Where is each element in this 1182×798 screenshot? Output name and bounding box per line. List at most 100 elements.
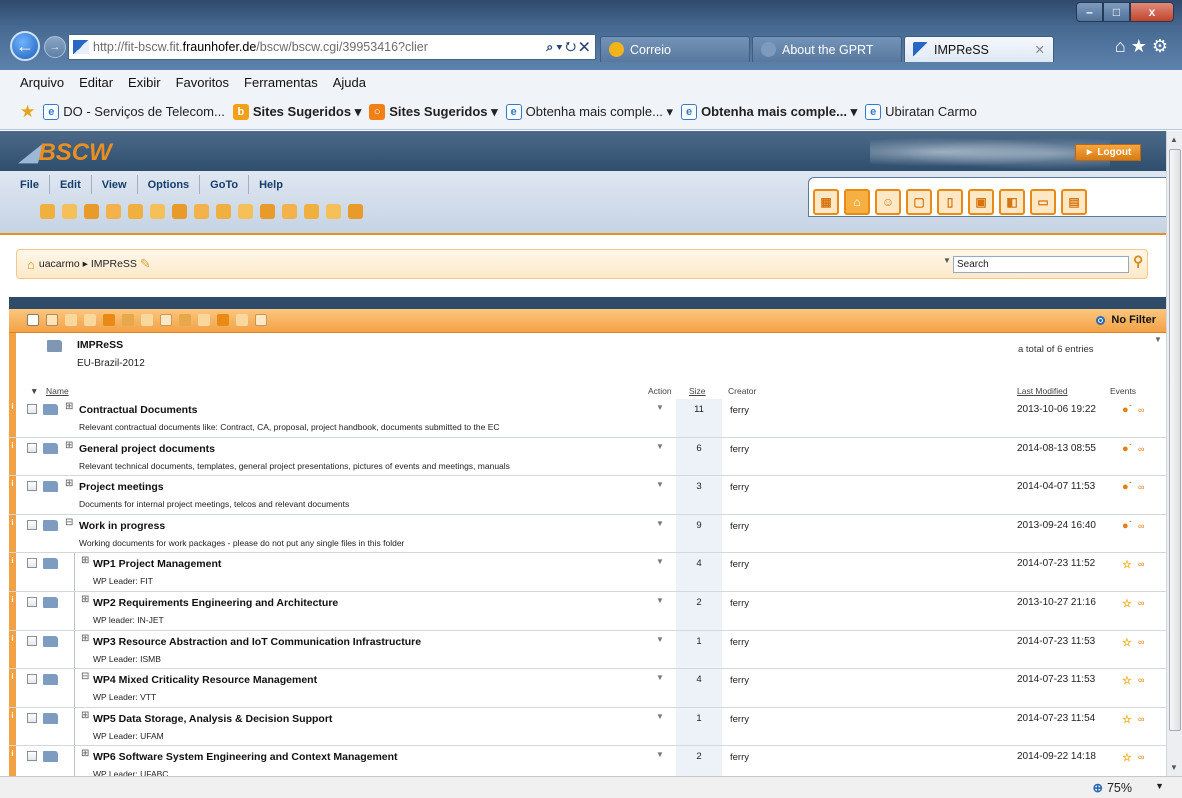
- filter-toggle[interactable]: No Filter: [1096, 314, 1156, 326]
- folder-icon[interactable]: [122, 314, 134, 326]
- star-event-icon[interactable]: ☆: [1122, 713, 1132, 726]
- zoom-control[interactable]: ⊕ 75%: [1092, 780, 1132, 796]
- select-all-icon[interactable]: [27, 314, 39, 326]
- tasks-nav-icon[interactable]: ▣: [968, 189, 994, 215]
- tab-correio[interactable]: Correio: [600, 36, 750, 62]
- row-creator[interactable]: ferry: [730, 444, 749, 455]
- new-event-icon[interactable]: ●˙: [1122, 481, 1132, 493]
- note-icon[interactable]: [62, 204, 77, 219]
- open-folder-icon[interactable]: [40, 204, 55, 219]
- row-creator[interactable]: ferry: [730, 637, 749, 648]
- upload-icon[interactable]: [236, 314, 248, 326]
- read-event-icon[interactable]: ∞: [1138, 675, 1144, 685]
- home-icon[interactable]: ⌂: [27, 257, 35, 272]
- calendar-icon[interactable]: [216, 204, 231, 219]
- row-creator[interactable]: ferry: [730, 521, 749, 532]
- table-row[interactable]: i ⊟ WP4 Mixed Criticality Resource Managem…: [9, 669, 1166, 708]
- edit-icon[interactable]: [84, 204, 99, 219]
- menu-goto[interactable]: GoTo: [200, 175, 250, 194]
- scroll-thumb[interactable]: [1169, 149, 1181, 731]
- calendar-nav-icon[interactable]: ▦: [813, 189, 839, 215]
- info-icon[interactable]: i: [9, 399, 16, 437]
- action-dropdown-icon[interactable]: ▼: [656, 673, 664, 682]
- expand-icon[interactable]: [65, 314, 77, 326]
- table-row[interactable]: i ⊞ WP3 Resource Abstraction and IoT Commu…: [9, 630, 1166, 670]
- maximize-button[interactable]: □: [1103, 2, 1130, 22]
- expand-toggle-icon[interactable]: ⊟: [65, 517, 73, 528]
- vertical-scrollbar[interactable]: ▲ ▼: [1166, 131, 1182, 776]
- row-title[interactable]: Work in progress: [79, 520, 165, 532]
- notes-nav-icon[interactable]: ▭: [1030, 189, 1056, 215]
- row-title[interactable]: WP3 Resource Abstraction and IoT Communi…: [93, 636, 421, 648]
- action-dropdown-icon[interactable]: ▼: [656, 712, 664, 721]
- table-row[interactable]: i ⊟ Work in progress Working documents for …: [9, 514, 1166, 554]
- read-event-icon[interactable]: ∞: [1138, 752, 1144, 762]
- menu-ferramentas[interactable]: Ferramentas: [244, 75, 318, 90]
- row-creator[interactable]: ferry: [730, 598, 749, 609]
- table-row[interactable]: i ⊞ WP2 Requirements Engineering and Archi…: [9, 591, 1166, 631]
- row-checkbox[interactable]: [27, 596, 37, 607]
- back-button[interactable]: ←: [10, 31, 40, 61]
- address-bar[interactable]: http://fit-bscw.fit.fraunhofer.de/bscw/b…: [68, 34, 596, 60]
- breadcrumb[interactable]: uacarmo ▸ IMPReSS: [39, 258, 137, 270]
- row-title[interactable]: WP2 Requirements Engineering and Archite…: [93, 597, 338, 609]
- info-icon[interactable]: i: [9, 591, 16, 630]
- star-event-icon[interactable]: ☆: [1122, 674, 1132, 687]
- menu-exibir[interactable]: Exibir: [128, 75, 161, 90]
- discussion-icon[interactable]: [194, 204, 209, 219]
- column-size[interactable]: Size: [689, 386, 706, 396]
- move-icon[interactable]: [282, 204, 297, 219]
- menu-ajuda[interactable]: Ajuda: [333, 75, 366, 90]
- zoom-dropdown-icon[interactable]: ▼: [1155, 781, 1164, 791]
- table-row[interactable]: i ⊞ WP1 Project Management WP Leader: FIT ▼ 4…: [9, 553, 1166, 592]
- info-icon[interactable]: i: [9, 514, 16, 553]
- star-event-icon[interactable]: ☆: [1122, 636, 1132, 649]
- contacts-nav-icon[interactable]: ☺: [875, 189, 901, 215]
- menu-options[interactable]: Options: [138, 175, 201, 194]
- menu-help[interactable]: Help: [249, 175, 293, 194]
- new-event-icon[interactable]: ●˙: [1122, 520, 1132, 532]
- row-checkbox[interactable]: [27, 712, 37, 723]
- star-event-icon[interactable]: ☆: [1122, 597, 1132, 610]
- close-window-button[interactable]: x: [1130, 2, 1174, 22]
- bookmarks-nav-icon[interactable]: ◧: [999, 189, 1025, 215]
- column-name[interactable]: Name: [46, 386, 69, 396]
- read-event-icon[interactable]: ∞: [1138, 598, 1144, 608]
- menu-favoritos[interactable]: Favoritos: [176, 75, 229, 90]
- logout-button[interactable]: ► Logout: [1075, 144, 1141, 161]
- deselect-icon[interactable]: [46, 314, 58, 326]
- row-title[interactable]: WP1 Project Management: [93, 558, 221, 570]
- trash-nav-icon[interactable]: ▯: [937, 189, 963, 215]
- archive-icon[interactable]: [198, 314, 210, 326]
- scroll-down-icon[interactable]: ▼: [1170, 763, 1178, 772]
- star-event-icon[interactable]: ☆: [1122, 751, 1132, 764]
- add-member-icon[interactable]: [106, 204, 121, 219]
- collapse-icon[interactable]: [84, 314, 96, 326]
- action-dropdown-icon[interactable]: ▼: [656, 750, 664, 759]
- row-creator[interactable]: ferry: [730, 752, 749, 763]
- new-folder-icon[interactable]: [128, 204, 143, 219]
- row-title[interactable]: General project documents: [79, 443, 215, 455]
- action-dropdown-icon[interactable]: ▼: [656, 442, 664, 451]
- expand-toggle-icon[interactable]: ⊟: [81, 671, 89, 682]
- favorite-item[interactable]: e Ubiratan Carmo: [865, 103, 977, 120]
- home-nav-icon[interactable]: ⌂: [844, 189, 870, 215]
- favorite-item[interactable]: e Obtenha mais comple... ▾: [681, 103, 857, 120]
- tab-impress[interactable]: IMPReSS ✕: [904, 36, 1054, 62]
- info-icon[interactable]: i: [9, 630, 16, 669]
- row-checkbox[interactable]: [27, 674, 37, 685]
- expand-toggle-icon[interactable]: ⊞: [65, 401, 73, 412]
- info-icon[interactable]: i: [9, 707, 16, 746]
- expand-toggle-icon[interactable]: ⊞: [81, 633, 89, 644]
- info-icon[interactable]: i: [9, 669, 16, 707]
- info-icon[interactable]: i: [9, 553, 16, 591]
- new-event-icon[interactable]: ●˙: [1122, 443, 1132, 455]
- expand-toggle-icon[interactable]: ⊞: [65, 440, 73, 451]
- table-row[interactable]: i ⊞ General project documents Relevant tech…: [9, 437, 1166, 477]
- action-dropdown-icon[interactable]: ▼: [656, 519, 664, 528]
- menu-arquivo[interactable]: Arquivo: [20, 75, 64, 90]
- info-icon[interactable]: i: [9, 437, 16, 476]
- table-icon[interactable]: [255, 314, 267, 326]
- action-dropdown-icon[interactable]: ▼: [656, 480, 664, 489]
- paste-icon[interactable]: [179, 314, 191, 326]
